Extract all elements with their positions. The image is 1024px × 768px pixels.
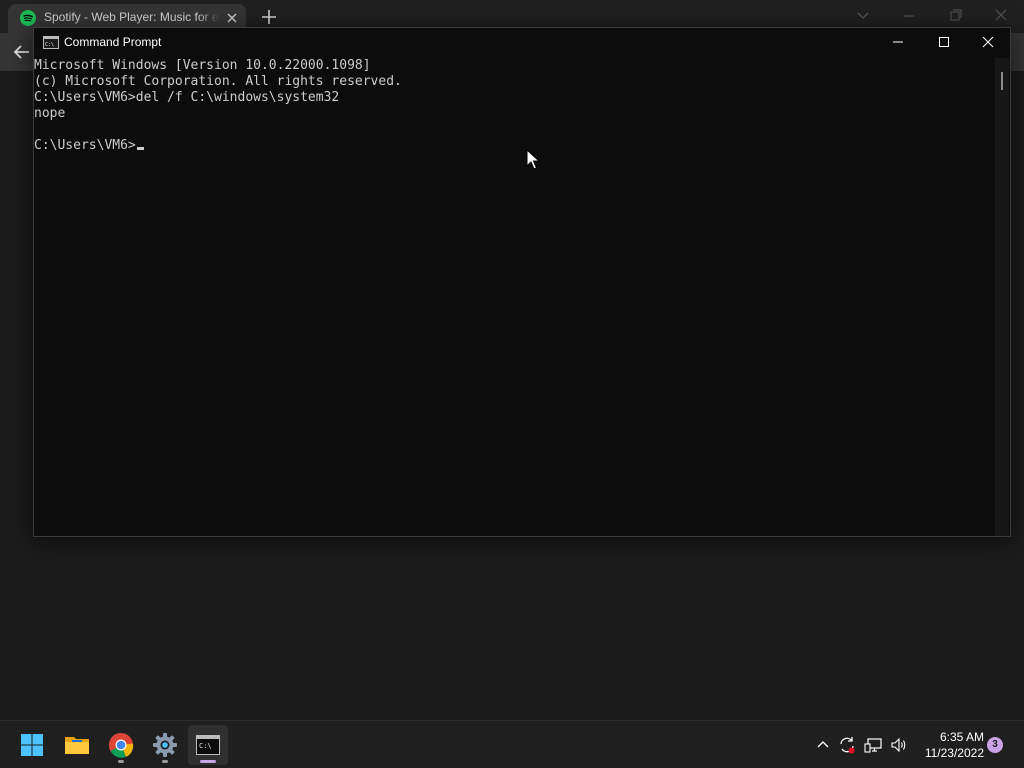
console-line: nope <box>34 106 66 121</box>
active-indicator <box>200 760 216 763</box>
scrollbar-thumb[interactable] <box>1001 72 1003 90</box>
chevron-down-icon[interactable] <box>851 6 875 26</box>
new-tab-icon[interactable] <box>260 8 278 26</box>
taskbar-chrome[interactable] <box>101 725 141 765</box>
tab-close-icon[interactable] <box>224 10 240 26</box>
console-prompt-line[interactable]: C:\Users\VM6> <box>34 138 144 154</box>
volume-icon[interactable] <box>889 735 909 755</box>
minimize-button[interactable] <box>875 28 921 56</box>
window-title: Command Prompt <box>64 35 162 49</box>
console-line: C:\Users\VM6>del /f C:\windows\system32 <box>34 90 340 105</box>
browser-close-icon[interactable] <box>989 6 1013 26</box>
console-prompt: C:\Users\VM6> <box>34 138 136 153</box>
cmd-titlebar[interactable]: C:\ Command Prompt <box>34 28 1010 56</box>
terminal-icon: C:\ <box>196 735 220 755</box>
spotify-icon <box>20 10 36 26</box>
command-prompt-window[interactable]: C:\ Command Prompt Microsoft Windows [Ve… <box>33 27 1011 537</box>
browser-minimize-icon[interactable] <box>897 6 921 26</box>
clock-date: 11/23/2022 <box>924 746 984 760</box>
sync-icon[interactable] <box>837 735 857 755</box>
maximize-icon <box>939 37 949 47</box>
console-output[interactable]: Microsoft Windows [Version 10.0.22000.10… <box>34 58 994 536</box>
browser-restore-icon[interactable] <box>943 6 967 26</box>
gear-icon <box>153 733 177 757</box>
console-line: Microsoft Windows [Version 10.0.22000.10… <box>34 58 371 73</box>
network-icon[interactable] <box>864 735 884 755</box>
minimize-icon <box>893 41 903 43</box>
svg-text:C:\: C:\ <box>199 742 212 750</box>
taskbar-command-prompt[interactable]: C:\ <box>188 725 228 765</box>
notification-badge[interactable]: 3 <box>987 737 1003 753</box>
maximize-button[interactable] <box>921 28 967 56</box>
folder-icon <box>65 737 89 754</box>
taskbar-file-explorer[interactable] <box>57 725 97 765</box>
text-cursor <box>136 147 144 150</box>
close-icon <box>982 36 994 48</box>
svg-text:C:\: C:\ <box>45 42 54 48</box>
clock-time: 6:35 AM <box>939 730 984 744</box>
console-line: (c) Microsoft Corporation. All rights re… <box>34 74 402 89</box>
terminal-icon: C:\ <box>43 36 59 49</box>
chevron-up-icon[interactable] <box>813 735 833 755</box>
close-button[interactable] <box>965 28 1011 56</box>
windows-logo-icon <box>21 734 43 756</box>
back-arrow-icon[interactable] <box>12 42 32 62</box>
vertical-scrollbar[interactable] <box>995 58 1009 536</box>
chrome-icon <box>108 733 134 758</box>
taskbar-settings[interactable] <box>145 725 185 765</box>
running-indicator <box>162 760 168 763</box>
running-indicator <box>118 760 124 763</box>
taskbar: C:\ 6:35 AM 11/23/2022 3 <box>0 720 1024 768</box>
tab-title: Spotify - Web Player: Music for everyone <box>44 10 220 24</box>
start-button[interactable] <box>12 725 52 765</box>
mouse-pointer-icon <box>526 149 540 170</box>
clock[interactable]: 6:35 AM 11/23/2022 <box>916 729 984 761</box>
